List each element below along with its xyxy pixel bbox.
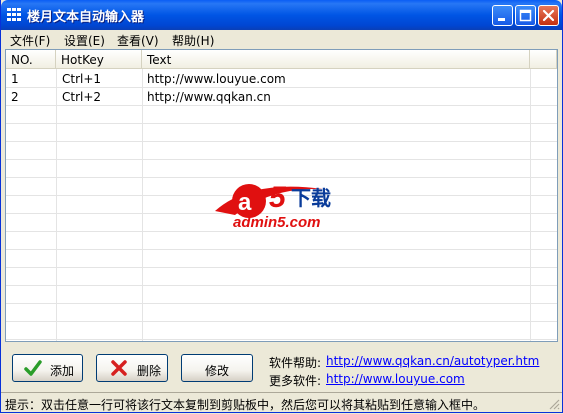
grid-row-line (6, 303, 557, 304)
column-header-text[interactable]: Text (142, 50, 530, 69)
svg-text:5: 5 (269, 181, 287, 214)
grid-row-line (6, 141, 557, 142)
app-grid-icon (7, 8, 21, 21)
checkmark-icon (24, 360, 42, 376)
svg-text:admin5.com: admin5.com (233, 214, 321, 231)
grid-row-line (6, 321, 557, 322)
menu-file[interactable]: 文件(F) (10, 32, 50, 49)
grid-row-line (6, 249, 557, 250)
column-header-no[interactable]: NO. (6, 50, 56, 69)
red-x-icon (111, 360, 127, 376)
status-bar: 提示：双击任意一行可将该行文本复制到剪贴板中，然后您可以将其粘贴到任意输入框中。 (1, 392, 562, 412)
add-button[interactable]: 添加 (12, 354, 83, 382)
menu-settings[interactable]: 设置(E) (64, 32, 105, 49)
grid-column-line (530, 69, 531, 341)
cell-text: http://www.qqkan.cn (147, 90, 271, 104)
grid-row-line (6, 339, 557, 340)
menu-help[interactable]: 帮助(H) (172, 32, 214, 49)
close-button[interactable] (538, 5, 559, 26)
help-label: 软件帮助: (269, 356, 322, 370)
help-link[interactable]: http://www.qqkan.cn/autotyper.htm (326, 354, 539, 368)
more-software-link[interactable]: http://www.louyue.com (326, 372, 465, 386)
edit-button-label: 修改 (205, 364, 230, 378)
menu-view[interactable]: 查看(V) (117, 32, 159, 49)
hotkey-list[interactable]: NO. HotKey Text 1 Ctrl+1 http://www.louy… (5, 49, 558, 342)
title-bar[interactable]: 楼月文本自动输入器 (1, 0, 562, 30)
minimize-icon (498, 18, 505, 21)
delete-button-label: 删除 (137, 364, 162, 378)
column-header-hotkey[interactable]: HotKey (56, 50, 142, 69)
cell-no: 2 (11, 90, 19, 104)
status-text: 提示：双击任意一行可将该行文本复制到剪贴板中，然后您可以将其粘贴到任意输入框中。 (5, 398, 486, 412)
grid-row-line (6, 159, 557, 160)
grid-column-line (142, 69, 143, 341)
delete-button[interactable]: 删除 (96, 354, 168, 382)
close-icon (542, 9, 555, 22)
cell-text: http://www.louyue.com (147, 72, 286, 86)
edit-button[interactable]: 修改 (181, 354, 253, 382)
column-header-filler (530, 50, 557, 69)
cell-hotkey: Ctrl+2 (62, 90, 102, 104)
svg-text:a: a (238, 189, 252, 216)
more-software-label: 更多软件: (269, 374, 322, 388)
maximize-icon (519, 9, 532, 22)
minimize-button[interactable] (492, 5, 513, 26)
window-title: 楼月文本自动输入器 (27, 10, 145, 25)
svg-text:下载: 下载 (291, 186, 331, 210)
grid-column-line (56, 69, 57, 341)
menu-bar: 文件(F) 设置(E) 查看(V) 帮助(H) (4, 30, 559, 48)
grid-row-line (6, 87, 557, 88)
cell-no: 1 (11, 72, 19, 86)
grid-row-line (6, 105, 557, 106)
grid-row-line (6, 123, 557, 124)
maximize-button[interactable] (515, 5, 536, 26)
app-window: 楼月文本自动输入器 文件(F) 设置(E) 查看(V) 帮助(H) NO. Ho… (0, 0, 563, 413)
resize-grip-icon[interactable] (548, 398, 560, 410)
add-button-label: 添加 (50, 364, 75, 378)
a5-watermark-logo: a 5 下载 admin5.com (215, 181, 331, 231)
cell-hotkey: Ctrl+1 (62, 72, 102, 86)
grid-row-line (6, 267, 557, 268)
grid-row-line (6, 285, 557, 286)
